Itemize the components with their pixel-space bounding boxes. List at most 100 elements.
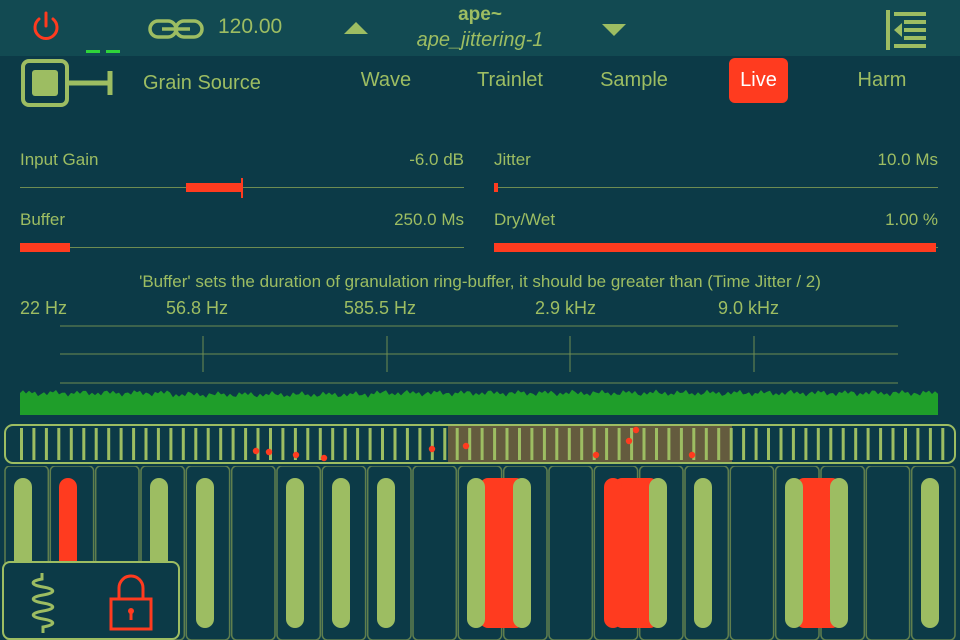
grain-bar xyxy=(513,478,531,628)
app-title: ape~ xyxy=(458,4,502,25)
grain-tick xyxy=(630,428,634,460)
keyboard-key[interactable] xyxy=(729,466,775,640)
grain-bar xyxy=(332,478,350,628)
grain-source-icon[interactable] xyxy=(20,58,116,108)
lock-icon[interactable] xyxy=(108,573,154,631)
grain-tick xyxy=(256,428,260,460)
tab-sample[interactable]: Sample xyxy=(590,58,678,103)
grain-tick xyxy=(219,428,223,460)
grain-bar xyxy=(921,478,939,628)
grain-tick xyxy=(343,428,347,460)
grain-tick xyxy=(941,428,945,460)
menu-icon[interactable] xyxy=(884,10,928,50)
grain-tick xyxy=(480,428,484,460)
freq-label: 2.9 kHz xyxy=(535,298,597,318)
keyboard-key[interactable] xyxy=(412,466,458,640)
grain-tick xyxy=(667,428,671,460)
grain-tick xyxy=(181,428,185,460)
spectrum-grid[interactable] xyxy=(60,324,898,386)
jitter-label: Jitter xyxy=(494,150,531,169)
arrow-down-icon[interactable] xyxy=(600,22,628,38)
buffer-slider-fill xyxy=(20,243,70,252)
grain-tick xyxy=(779,428,783,460)
grain-tick xyxy=(767,428,770,460)
freq-label: 22 Hz xyxy=(20,298,68,318)
grain-tick xyxy=(791,428,795,460)
grain-source-label: Grain Source xyxy=(143,72,261,94)
input-gain-slider-handle[interactable] xyxy=(241,178,243,198)
tab-harm[interactable]: Harm xyxy=(846,58,918,103)
grain-tick xyxy=(642,428,646,460)
bottom-controls xyxy=(2,561,180,640)
buffer-label: Buffer xyxy=(20,210,66,229)
grain-tick xyxy=(879,428,883,460)
link-icon[interactable] xyxy=(148,16,204,42)
grain-tick xyxy=(381,428,384,460)
tab-wave[interactable]: Wave xyxy=(346,58,426,103)
keyboard-key[interactable] xyxy=(230,466,276,640)
grain-bar xyxy=(377,478,395,628)
hint-text: 'Buffer' sets the duration of granulatio… xyxy=(139,272,821,291)
level-meter xyxy=(86,50,120,53)
grain-dot xyxy=(625,437,633,445)
grain-tick xyxy=(617,428,621,460)
jitter-slider[interactable] xyxy=(494,187,938,188)
grain-tick xyxy=(306,428,310,460)
input-gain-label: Input Gain xyxy=(20,150,99,169)
grain-dot xyxy=(320,454,328,462)
dry-wet-slider-fill xyxy=(494,243,936,252)
power-icon[interactable] xyxy=(30,10,62,44)
grain-tick xyxy=(841,428,845,460)
grain-tick xyxy=(505,428,509,460)
preset-title[interactable]: ape~ ape_jittering-1 xyxy=(380,4,580,52)
active-grain-bar xyxy=(604,478,622,628)
grain-tick xyxy=(132,428,136,460)
arrow-up-icon[interactable] xyxy=(342,20,370,36)
grain-dot xyxy=(252,447,260,455)
grain-tick xyxy=(742,428,746,460)
grain-dot xyxy=(292,451,300,459)
grain-tick xyxy=(455,428,459,460)
grain-tick xyxy=(928,428,932,460)
dry-wet-value: 1.00 % xyxy=(885,210,938,229)
grain-tick xyxy=(816,428,820,460)
grain-tick xyxy=(20,428,23,460)
grain-tick xyxy=(729,428,733,460)
grain-tick xyxy=(468,428,472,460)
grain-bar xyxy=(196,478,214,628)
tab-live[interactable]: Live xyxy=(729,58,788,103)
grain-tick xyxy=(518,428,521,460)
grain-dot xyxy=(462,442,470,450)
input-waveform xyxy=(20,389,938,415)
grain-tick xyxy=(829,428,833,460)
grain-tick xyxy=(567,428,571,460)
grain-dot xyxy=(592,451,600,459)
grain-tick xyxy=(82,428,86,460)
grain-tick xyxy=(231,428,235,460)
keyboard-key[interactable] xyxy=(548,466,594,640)
grain-dot xyxy=(688,451,696,459)
coil-icon[interactable] xyxy=(28,573,58,633)
grain-tick xyxy=(555,428,559,460)
input-gain-slider-fill xyxy=(186,183,242,192)
buffer-slider[interactable] xyxy=(20,247,464,248)
grain-tick xyxy=(405,428,409,460)
freq-label: 56.8 Hz xyxy=(166,298,229,318)
grain-tick xyxy=(904,428,907,460)
grain-tick xyxy=(368,428,372,460)
bpm-display[interactable]: 120.00 xyxy=(218,15,282,39)
grain-buffer-strip[interactable] xyxy=(4,424,956,464)
grain-tick xyxy=(704,428,708,460)
grain-tick xyxy=(605,428,609,460)
grain-tick xyxy=(356,428,360,460)
grain-tick xyxy=(194,428,198,460)
grain-tick xyxy=(916,428,920,460)
grain-tick xyxy=(144,428,148,460)
grain-bar xyxy=(785,478,803,628)
tab-trainlet[interactable]: Trainlet xyxy=(464,58,556,103)
grain-tick xyxy=(443,428,447,460)
grain-tick xyxy=(119,428,123,460)
keyboard-key[interactable] xyxy=(865,466,911,640)
grain-tick xyxy=(44,428,48,460)
grain-tick xyxy=(580,428,584,460)
